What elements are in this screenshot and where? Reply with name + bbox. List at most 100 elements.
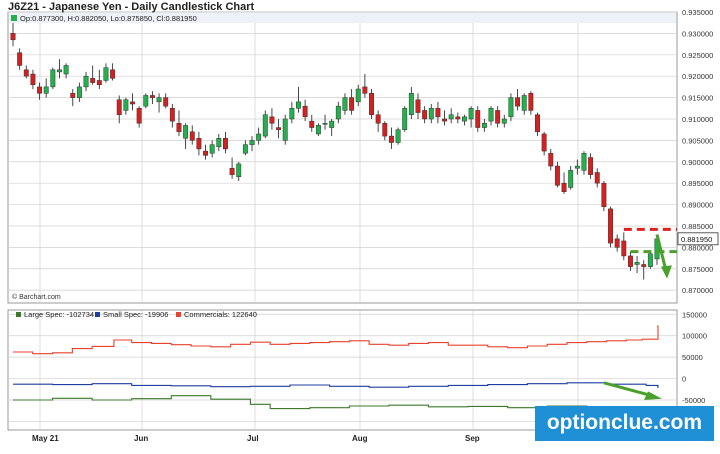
price-tick-label: 0.935000	[682, 8, 713, 17]
cot-arrow-shaft	[603, 381, 653, 398]
price-tick-label: 0.900000	[682, 158, 713, 167]
candle-body	[123, 99, 129, 111]
candle-body	[322, 123, 328, 125]
candle-body	[223, 137, 228, 150]
candle-body	[189, 131, 195, 141]
candle-body	[269, 116, 275, 124]
candle-body	[236, 163, 242, 178]
cot-series-line-commercials	[13, 325, 659, 355]
candle-body	[50, 69, 56, 88]
candle-body	[96, 80, 102, 86]
candle-body	[116, 99, 122, 115]
candle-body	[17, 52, 23, 66]
candle-body	[342, 97, 348, 111]
candle-body	[495, 110, 501, 124]
candle-body	[63, 65, 69, 75]
cot-tick-label: 0	[682, 375, 686, 384]
candle-body	[508, 97, 514, 118]
cot-legend-entry: Commercials: 122640	[184, 310, 257, 319]
price-tick-label: 0.910000	[682, 115, 713, 124]
candle-body	[395, 129, 401, 143]
candle-body	[103, 67, 109, 81]
candle-body	[574, 165, 580, 169]
candle-body	[57, 69, 62, 73]
candle-body	[422, 110, 428, 120]
candles-layer	[10, 20, 660, 280]
candle-body	[568, 170, 574, 188]
cot-legend-entry: Large Spec: -102734	[24, 310, 94, 319]
candle-body	[37, 86, 43, 94]
candle-body	[262, 114, 268, 137]
candle-body	[110, 69, 116, 79]
candle-body	[501, 118, 507, 124]
candle-body	[256, 133, 262, 141]
candle-body	[548, 152, 554, 167]
x-tick-label: Jul	[247, 434, 259, 443]
last-price-label: 0.881950	[681, 235, 712, 244]
candle-body	[521, 95, 527, 111]
candle-body	[315, 125, 321, 135]
price-grid	[7, 11, 678, 304]
candle-body	[282, 118, 288, 141]
candle-body	[169, 108, 175, 122]
candle-body	[647, 253, 653, 267]
candle-body	[541, 133, 547, 152]
price-tick-label: 0.890000	[682, 201, 713, 210]
candle-body	[329, 120, 335, 128]
chart-stage: J6Z21 - Japanese Yen - Daily Candlestick…	[0, 0, 720, 449]
candle-body	[448, 114, 454, 120]
candle-body	[528, 93, 534, 111]
candle-body	[428, 108, 434, 120]
chart-svg: 0.935000 0.930000 0.925000 0.920000 0.915000…	[7, 8, 719, 443]
candle-body	[614, 238, 620, 248]
candle-body	[30, 73, 36, 85]
price-tick-label: 0.870000	[682, 286, 713, 295]
chart-title: J6Z21 - Japanese Yen - Daily Candlestick…	[8, 1, 255, 13]
candle-body	[435, 108, 441, 118]
price-tick-label: 0.920000	[682, 72, 713, 81]
annotations-layer	[603, 227, 677, 400]
candle-body	[163, 97, 169, 107]
candle-body	[382, 123, 388, 137]
x-tick-label: Sep	[465, 434, 480, 443]
cot-tick-label: 150000	[682, 310, 707, 319]
candle-body	[475, 110, 481, 128]
candle-body	[581, 152, 587, 171]
candle-body	[641, 264, 647, 267]
attribution: © Barchart.com	[12, 293, 61, 301]
candle-body	[481, 123, 487, 128]
candle-body	[289, 108, 295, 120]
candle-body	[488, 108, 494, 122]
candle-body	[402, 108, 408, 130]
candle-body	[90, 78, 96, 83]
candle-body	[209, 144, 215, 154]
ohlc-legend-swatch	[11, 15, 17, 21]
cot-tick-label: 50000	[682, 353, 703, 362]
cot-legend-swatch	[176, 312, 181, 317]
candle-body	[43, 86, 49, 94]
cot-tick-label: -50000	[682, 396, 705, 405]
candle-body	[203, 150, 208, 156]
price-tick-label: 0.875000	[682, 265, 713, 274]
candle-body	[369, 93, 374, 115]
candle-body	[468, 108, 474, 120]
candle-body	[76, 86, 82, 98]
ohlc-legend: Op:0.877300, H:0.882050, Lo:0.875850, Cl…	[20, 14, 197, 23]
candle-body	[621, 240, 627, 257]
candle-body	[627, 255, 633, 267]
candle-body	[229, 167, 235, 175]
candle-body	[335, 105, 341, 120]
candle-body	[594, 172, 600, 184]
candle-body	[309, 120, 315, 128]
candle-body	[455, 116, 461, 120]
candle-body	[349, 97, 355, 111]
candle-body	[442, 118, 447, 122]
candle-body	[83, 75, 89, 88]
price-tick-label: 0.895000	[682, 179, 713, 188]
price-tick-label: 0.915000	[682, 94, 713, 103]
cot-tick-label: 100000	[682, 332, 707, 341]
candle-body	[70, 93, 76, 98]
cot-legend-swatch	[95, 312, 100, 317]
candle-body	[23, 69, 29, 77]
cot-series-line-small_spec	[13, 382, 659, 388]
